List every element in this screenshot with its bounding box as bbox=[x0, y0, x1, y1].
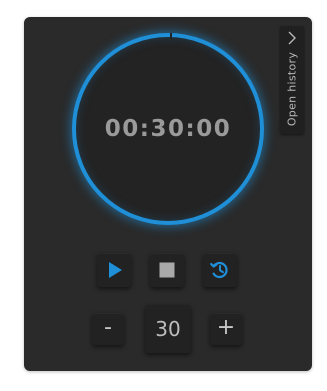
chevron-right-icon bbox=[288, 31, 296, 45]
increment-button[interactable]: + bbox=[210, 313, 242, 345]
timer-progress-ring: 00:30:00 bbox=[72, 33, 264, 225]
duration-value: 30 bbox=[145, 305, 191, 353]
stop-icon bbox=[159, 262, 175, 278]
play-icon bbox=[109, 262, 122, 278]
timer-panel: 00:30:00 Open history - 30 + bbox=[24, 17, 312, 371]
stop-button[interactable] bbox=[150, 253, 184, 287]
open-history-toggle[interactable]: Open history bbox=[280, 26, 304, 134]
timer-display: 00:30:00 bbox=[104, 116, 232, 142]
reset-button[interactable] bbox=[203, 253, 237, 287]
decrement-button[interactable]: - bbox=[92, 313, 124, 345]
history-reset-icon bbox=[210, 261, 228, 279]
play-button[interactable] bbox=[97, 253, 131, 287]
open-history-label: Open history bbox=[285, 51, 299, 127]
